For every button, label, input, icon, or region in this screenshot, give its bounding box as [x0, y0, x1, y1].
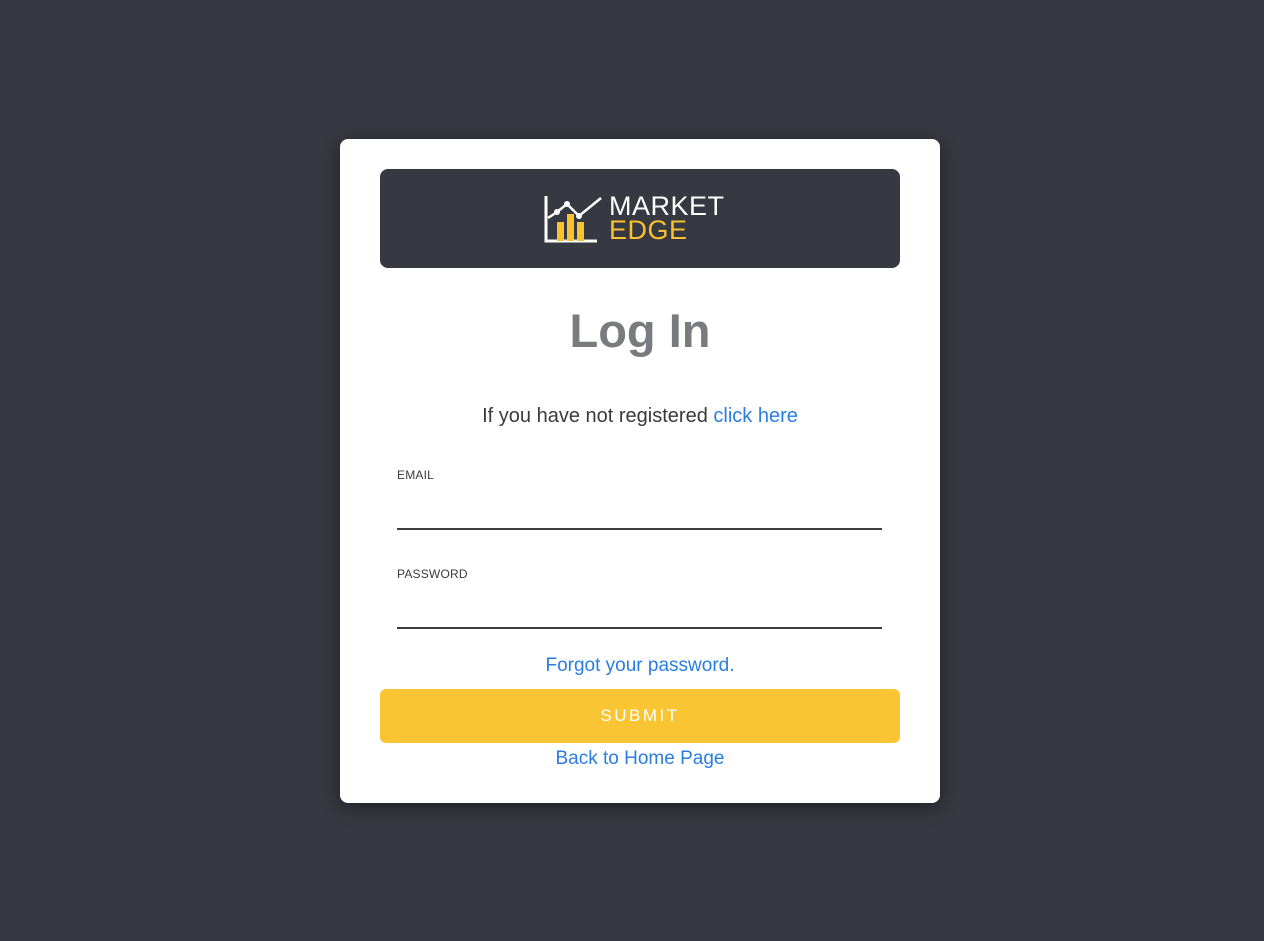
forgot-password-row: Forgot your password. — [340, 653, 940, 679]
password-field[interactable] — [397, 599, 882, 629]
back-home-link[interactable]: Back to Home Page — [556, 748, 725, 769]
logo-text-edge: EDGE — [609, 215, 688, 245]
login-card: MARKET EDGE Log In If you have not regis… — [340, 139, 940, 803]
register-prompt: If you have not registered click here — [340, 403, 940, 429]
submit-button[interactable]: SUBMIT — [380, 689, 900, 743]
back-home-row: Back to Home Page — [340, 746, 940, 772]
email-label: EMAIL — [397, 468, 435, 482]
page-title: Log In — [569, 304, 711, 357]
forgot-password-link[interactable]: Forgot your password. — [545, 655, 734, 676]
register-text: If you have not registered — [482, 405, 714, 427]
market-edge-logo: MARKET EDGE — [543, 193, 739, 245]
register-link[interactable]: click here — [713, 405, 797, 427]
chart-growth-icon — [544, 196, 602, 243]
email-field[interactable] — [397, 500, 882, 530]
logo-banner: MARKET EDGE — [380, 169, 900, 268]
password-label: PASSWORD — [397, 567, 468, 581]
